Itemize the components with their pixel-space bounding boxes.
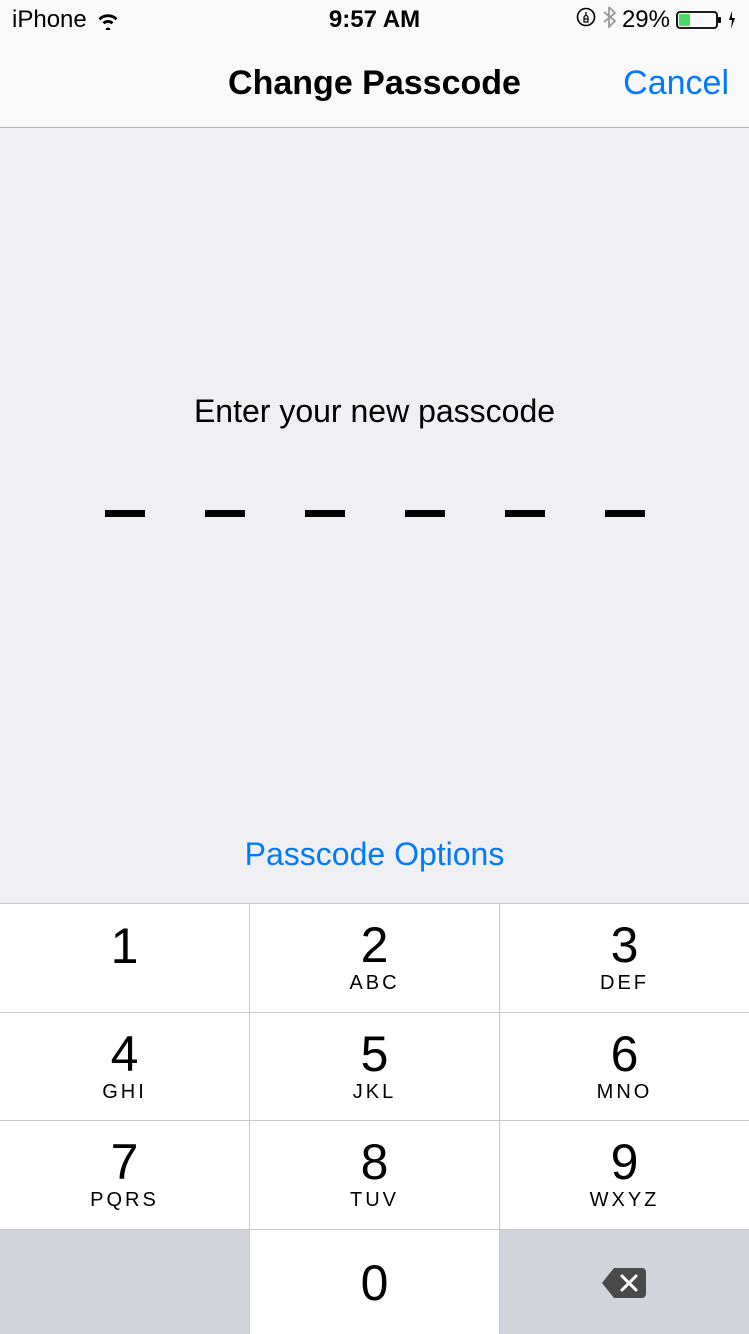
status-time: 9:57 AM [329,6,420,34]
keypad-key-7[interactable]: 7 PQRS [0,1121,249,1229]
key-letters: DEF [600,972,649,995]
rotation-lock-icon [576,6,596,34]
passcode-options-link[interactable]: Passcode Options [245,836,505,873]
key-digit: 6 [611,1029,639,1079]
passcode-dash [505,510,545,517]
battery-icon [676,9,737,31]
key-digit: 3 [611,920,639,970]
nav-bar: Change Passcode Cancel [0,40,749,128]
carrier-label: iPhone [12,6,87,34]
key-letters: JKL [353,1081,396,1104]
bluetooth-icon [602,6,616,35]
keypad-key-2[interactable]: 2 ABC [250,904,499,1012]
passcode-dash [605,510,645,517]
passcode-dash [305,510,345,517]
key-letters: TUV [350,1189,399,1212]
key-digit: 9 [611,1137,639,1187]
key-digit: 0 [361,1258,389,1308]
keypad-key-5[interactable]: 5 JKL [250,1013,499,1121]
key-digit: 4 [111,1029,139,1079]
passcode-dash [405,510,445,517]
numeric-keypad: 1 2 ABC 3 DEF 4 GHI 5 JKL 6 MNO 7 PQRS 8… [0,903,749,1334]
page-title: Change Passcode [228,64,521,103]
keypad-backspace[interactable] [500,1230,749,1334]
key-digit: 8 [361,1137,389,1187]
keypad-key-3[interactable]: 3 DEF [500,904,749,1012]
passcode-dash [205,510,245,517]
keypad-key-0[interactable]: 0 [250,1230,499,1334]
key-digit: 2 [361,920,389,970]
passcode-dash [105,510,145,517]
wifi-icon [95,10,121,30]
keypad-key-4[interactable]: 4 GHI [0,1013,249,1121]
keypad-empty [0,1230,249,1334]
key-digit: 5 [361,1029,389,1079]
passcode-field [105,510,645,517]
passcode-prompt: Enter your new passcode [194,393,555,430]
content-area: Enter your new passcode Passcode Options [0,128,749,903]
keypad-key-1[interactable]: 1 [0,904,249,1012]
key-letters: MNO [597,1081,653,1104]
key-letters: WXYZ [590,1189,660,1212]
key-digit: 7 [111,1137,139,1187]
keypad-key-6[interactable]: 6 MNO [500,1013,749,1121]
status-right: 29% [576,6,737,35]
backspace-icon [600,1265,650,1301]
key-digit: 1 [111,921,139,971]
status-bar: iPhone 9:57 AM 29% [0,0,749,40]
charging-bolt-icon [727,10,737,30]
keypad-key-9[interactable]: 9 WXYZ [500,1121,749,1229]
status-left: iPhone [12,6,121,34]
key-letters: ABC [349,972,399,995]
key-letters: GHI [102,1081,147,1104]
battery-percent: 29% [622,6,670,34]
key-letters: PQRS [90,1189,159,1212]
keypad-key-8[interactable]: 8 TUV [250,1121,499,1229]
cancel-button[interactable]: Cancel [623,64,729,103]
